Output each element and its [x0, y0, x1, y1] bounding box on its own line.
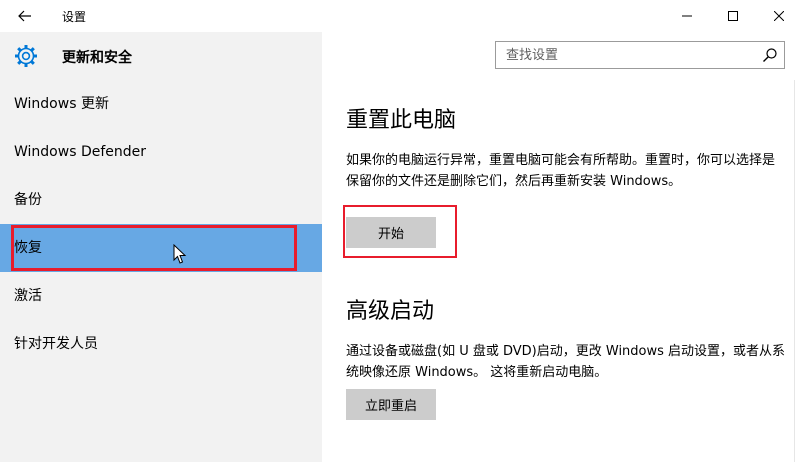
back-button[interactable]	[10, 4, 40, 28]
minimize-icon	[682, 15, 692, 17]
advanced-startup-description: 通过设备或磁盘(如 U 盘或 DVD)启动，更改 Windows 启动设置，或者…	[346, 344, 786, 380]
minimize-button[interactable]	[664, 0, 710, 32]
maximize-button[interactable]	[710, 0, 756, 32]
reset-pc-description: 如果你的电脑运行异常，重置电脑可能会有所帮助。重置时，你可以选择是保留你的文件还…	[346, 153, 776, 189]
restart-now-button[interactable]: 立即重启	[346, 389, 436, 420]
sidebar-nav: Windows 更新 Windows Defender 备份 恢复 激活 针对开…	[0, 80, 322, 368]
maximize-icon	[728, 11, 738, 21]
sidebar-item-activation[interactable]: 激活	[0, 272, 322, 320]
category-title: 更新和安全	[62, 50, 132, 66]
sidebar-item-recovery[interactable]: 恢复	[0, 224, 322, 272]
close-button[interactable]	[756, 0, 799, 32]
reset-pc-title: 重置此电脑	[346, 108, 457, 133]
back-arrow-icon	[18, 10, 31, 22]
sidebar: 更新和安全 Windows 更新 Windows Defender 备份 恢复 …	[0, 32, 322, 462]
sidebar-item-for-developers[interactable]: 针对开发人员	[0, 320, 322, 368]
category-header: 更新和安全	[0, 32, 322, 80]
window-title: 设置	[62, 10, 87, 24]
search-box[interactable]	[495, 41, 785, 69]
gear-icon	[15, 45, 37, 67]
sidebar-item-windows-update[interactable]: Windows 更新	[0, 80, 322, 128]
close-icon	[774, 11, 784, 21]
sidebar-item-backup[interactable]: 备份	[0, 176, 322, 224]
highlight-frame	[343, 205, 457, 258]
search-icon[interactable]	[762, 47, 778, 63]
scrollbar-track[interactable]	[794, 80, 795, 462]
search-input[interactable]	[496, 42, 746, 68]
sidebar-item-windows-defender[interactable]: Windows Defender	[0, 128, 322, 176]
mouse-cursor-icon	[173, 244, 187, 264]
title-bar: 设置	[0, 0, 799, 32]
advanced-startup-title: 高级启动	[346, 299, 435, 324]
